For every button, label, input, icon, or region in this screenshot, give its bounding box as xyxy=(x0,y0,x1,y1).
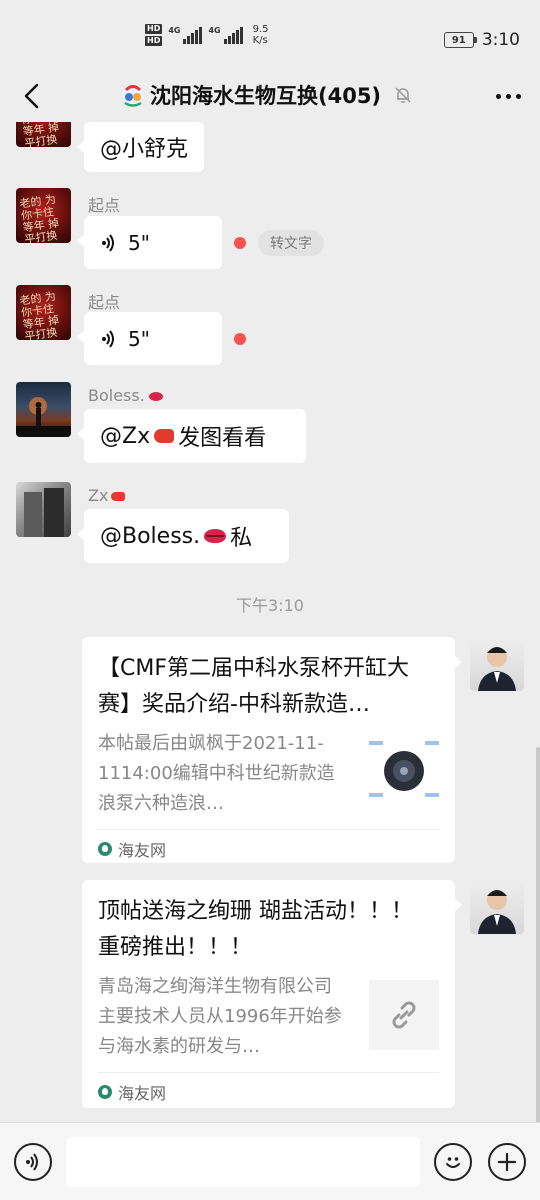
avatar[interactable] xyxy=(470,637,524,691)
avatar-scribble: 老的 为 你卡住 等年 掉 平打换 xyxy=(18,192,60,243)
input-bar xyxy=(0,1122,540,1200)
avatar-person-icon xyxy=(478,890,516,934)
avatar[interactable]: 老的 为 你卡住 等年 掉 平打换 xyxy=(16,122,71,147)
card-body: 青岛海之绚海洋生物有限公司主要技术人员从1996年开始参与海水素的研发与… xyxy=(98,972,439,1062)
voice-wave-icon xyxy=(26,1153,38,1171)
pump-thumbnail-icon xyxy=(369,741,439,797)
card-description: 本帖最后由飒枫于2021-11-1114:00编辑中科世纪新款造浪泵六种造浪… xyxy=(98,733,335,814)
message-text: 发图看看 xyxy=(178,426,267,451)
avatar[interactable] xyxy=(470,880,524,934)
signal-icon-1: 4G xyxy=(168,26,203,44)
message-bubble[interactable]: @小舒克 xyxy=(76,122,205,172)
voice-message[interactable]: 5" xyxy=(77,216,222,269)
voice-message[interactable]: 5" xyxy=(77,312,222,365)
card-source: 海友网 xyxy=(98,1072,439,1110)
sender-name-text: Zx xyxy=(88,486,109,505)
signal-icon-2: 4G xyxy=(208,26,243,44)
status-bar: HD HD 4G 4G 9.5 K/s 91 3:10 xyxy=(0,0,540,70)
avatar[interactable]: 老的 为 你卡住 等年 掉 平打换 xyxy=(16,285,71,340)
status-indicators: HD HD 4G 4G 9.5 K/s xyxy=(145,24,269,46)
network-speed: 9.5 K/s xyxy=(253,24,269,46)
voice-wave-icon xyxy=(102,329,114,348)
convert-to-text-button[interactable]: 转文字 xyxy=(258,230,324,256)
unread-dot xyxy=(234,237,246,249)
message-list[interactable]: 老的 为 你卡住 等年 掉 平打换 @小舒克 老的 为 你卡住 等年 掉 平打换… xyxy=(0,122,540,1122)
status-right: 91 3:10 xyxy=(443,30,520,50)
avatar[interactable] xyxy=(16,482,71,537)
card-description: 青岛海之绚海洋生物有限公司主要技术人员从1996年开始参与海水素的研发与… xyxy=(98,976,342,1057)
chat-title-area[interactable]: 沈阳海水生物互换(405) xyxy=(120,80,413,110)
message-timestamp: 下午3:10 xyxy=(236,596,304,615)
avatar[interactable]: 老的 为 你卡住 等年 掉 平打换 xyxy=(16,188,71,243)
sender-name: 起点 xyxy=(88,293,121,312)
voice-duration: 5" xyxy=(128,326,150,351)
avatar-figure-icon xyxy=(16,397,71,437)
more-button[interactable] xyxy=(488,80,528,112)
plus-icon xyxy=(497,1152,517,1172)
card-source-name: 海友网 xyxy=(118,840,167,860)
hd-badge-2: HD xyxy=(145,36,163,46)
link-card[interactable]: 【CMF第二届中科水泵杯开缸大赛】奖品介绍-中科新款造… 本帖最后由飒枫于202… xyxy=(82,637,462,863)
message-text: @小舒克 xyxy=(100,137,189,162)
mute-bell-icon xyxy=(395,87,411,103)
chat-header: 沈阳海水生物互换(405) xyxy=(0,70,540,122)
message-bubble[interactable]: @Zx 发图看看 xyxy=(77,409,306,463)
battery-icon: 91 xyxy=(443,32,477,48)
boxing-glove-emoji-icon xyxy=(111,492,126,501)
sender-name: Boless. xyxy=(88,386,163,405)
sender-name-text: Boless. xyxy=(88,386,145,405)
sender-name: 起点 xyxy=(88,196,121,215)
network-speed-unit: K/s xyxy=(252,35,268,46)
link-icon xyxy=(392,1001,416,1029)
source-logo-icon xyxy=(98,841,112,856)
message-mention: @Zx xyxy=(100,423,151,449)
link-card[interactable]: 顶帖送海之绚珊 瑚盐活动！！！ 重磅推出！！！ 青岛海之绚海洋生物有限公司主要技… xyxy=(82,880,462,1110)
avatar-scribble: 老的 为 你卡住 等年 掉 平打换 xyxy=(18,289,60,340)
card-title: 【CMF第二届中科水泵杯开缸大赛】奖品介绍-中科新款造… xyxy=(98,656,409,717)
avatar-couple-icon xyxy=(24,488,64,537)
more-functions-button[interactable] xyxy=(488,1143,526,1181)
source-logo-icon xyxy=(98,1084,112,1099)
page-title: 沈阳海水生物互换(405) xyxy=(150,84,382,108)
unread-dot xyxy=(234,333,246,345)
lips-emoji-icon xyxy=(204,529,227,543)
smiley-icon xyxy=(446,1157,460,1168)
status-clock: 3:10 xyxy=(481,30,520,50)
card-source-name: 海友网 xyxy=(118,1083,167,1103)
more-icon xyxy=(495,93,521,99)
boxing-glove-emoji-icon xyxy=(154,429,175,443)
message-text: 私 xyxy=(230,526,253,551)
back-button[interactable] xyxy=(12,76,52,116)
card-thumbnail xyxy=(369,980,439,1050)
network-speed-value: 9.5 xyxy=(252,24,269,35)
card-thumbnail xyxy=(369,737,439,807)
message-input[interactable] xyxy=(66,1137,420,1187)
card-body: 本帖最后由飒枫于2021-11-1114:00编辑中科世纪新款造浪泵六种造浪… xyxy=(98,729,439,819)
avatar-person-icon xyxy=(478,647,516,691)
group-avatar-icon xyxy=(122,84,144,107)
voice-duration: 5" xyxy=(128,230,150,255)
sender-name: Zx xyxy=(88,486,126,505)
voice-wave-icon xyxy=(102,233,114,252)
network-type-2: 4G xyxy=(208,26,221,35)
avatar[interactable] xyxy=(16,382,71,437)
avatar-scribble: 老的 为 你卡住 等年 掉 平打换 xyxy=(20,122,60,147)
back-icon xyxy=(24,83,39,109)
battery-level: 91 xyxy=(451,34,466,46)
emoji-button[interactable] xyxy=(434,1143,472,1181)
hd-badges: HD HD xyxy=(145,24,163,46)
card-title: 顶帖送海之绚珊 瑚盐活动！！！ 重磅推出！！！ xyxy=(98,899,413,960)
voice-input-button[interactable] xyxy=(14,1143,52,1181)
hd-badge-1: HD xyxy=(145,24,163,34)
message-mention: @Boless. xyxy=(100,523,201,549)
network-type-1: 4G xyxy=(168,26,181,35)
lips-emoji-icon xyxy=(148,392,163,401)
message-bubble[interactable]: @Boless. 私 xyxy=(77,509,289,563)
scrollbar[interactable] xyxy=(536,747,540,1122)
card-source: 海友网 xyxy=(98,829,439,867)
